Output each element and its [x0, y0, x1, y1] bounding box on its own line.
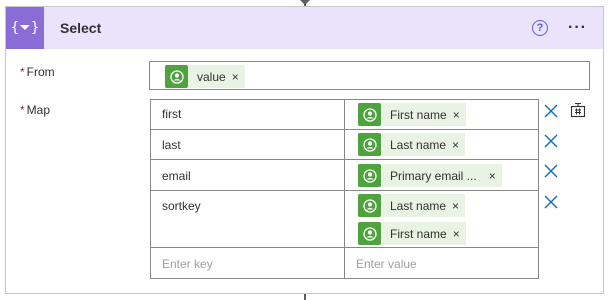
map-token-label: Last name [390, 198, 447, 213]
remove-token-icon[interactable]: × [489, 169, 496, 183]
delete-row-icon[interactable] [543, 103, 559, 119]
help-icon[interactable]: ? [532, 20, 548, 36]
remove-token-icon[interactable]: × [452, 138, 459, 152]
remove-token-icon[interactable]: × [453, 108, 460, 122]
dynamic-content-user-icon [165, 65, 188, 88]
map-token[interactable]: Primary email ... × [358, 164, 502, 187]
map-key-text: first [162, 107, 182, 121]
delete-row-icon[interactable] [543, 163, 559, 179]
map-label-text: Map [26, 103, 51, 117]
map-key-cell-sortkey[interactable]: sortkey [150, 190, 345, 248]
map-token-label: First name [390, 107, 447, 122]
map-key-cell-first[interactable]: first [150, 99, 345, 130]
from-label-text: From [26, 65, 55, 79]
map-token-label: Last name [390, 137, 447, 152]
key-placeholder: Enter key [162, 257, 213, 271]
map-value-cell-first[interactable]: First name × [344, 99, 539, 130]
action-header[interactable]: {⏷} Select ? ··· [6, 7, 603, 49]
dynamic-content-user-icon [358, 103, 381, 126]
remove-token-icon[interactable]: × [232, 70, 239, 84]
select-action-card: {⏷} Select ? ··· * From value × * Map firs… [5, 6, 604, 294]
from-token[interactable]: value × [165, 65, 245, 88]
required-mark: * [20, 65, 25, 79]
map-value-input-new[interactable]: Enter value [344, 247, 539, 279]
delete-row-icon[interactable] [543, 194, 559, 210]
map-token[interactable]: Last name × [358, 194, 466, 217]
map-key-text: email [162, 169, 191, 183]
from-input[interactable]: value × [149, 61, 590, 90]
flow-connector-bottom [304, 294, 306, 300]
required-mark: * [20, 103, 25, 117]
map-token[interactable]: Last name × [358, 133, 466, 156]
delete-row-icon[interactable] [543, 133, 559, 149]
map-token[interactable]: First name × [358, 103, 466, 126]
map-key-cell-email[interactable]: email [150, 159, 345, 191]
value-placeholder: Enter value [356, 257, 417, 271]
remove-token-icon[interactable]: × [452, 199, 459, 213]
map-token-label: Primary email ... [390, 168, 477, 183]
map-token-label: First name [390, 226, 447, 241]
dynamic-content-user-icon [358, 222, 381, 245]
action-title[interactable]: Select [60, 20, 101, 36]
map-value-cell-last[interactable]: Last name × [344, 129, 539, 160]
data-operation-icon: {⏷} [6, 7, 44, 49]
from-label: * From [20, 65, 55, 79]
dynamic-content-user-icon [358, 133, 381, 156]
map-key-text: last [162, 138, 181, 152]
switch-to-text-mode-icon[interactable] [570, 102, 586, 118]
map-token[interactable]: First name × [358, 222, 466, 245]
map-key-text: sortkey [162, 199, 201, 213]
map-label: * Map [20, 103, 50, 117]
map-value-cell-email[interactable]: Primary email ... × [344, 159, 539, 191]
map-key-cell-last[interactable]: last [150, 129, 345, 160]
map-value-cell-sortkey[interactable]: Last name × First name × [344, 190, 539, 248]
more-options-icon[interactable]: ··· [568, 19, 587, 37]
dynamic-content-user-icon [358, 194, 381, 217]
map-key-input-new[interactable]: Enter key [150, 247, 345, 279]
from-token-label: value [197, 69, 226, 84]
flow-arrow [300, 0, 310, 5]
remove-token-icon[interactable]: × [453, 227, 460, 241]
dynamic-content-user-icon [358, 164, 381, 187]
